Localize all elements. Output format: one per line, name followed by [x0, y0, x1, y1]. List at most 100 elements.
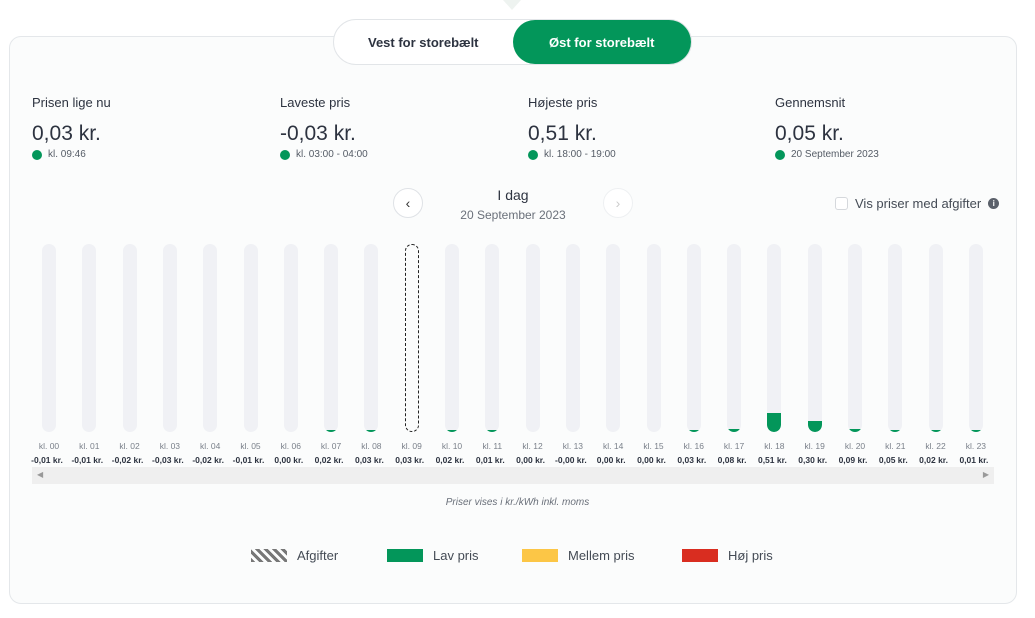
- info-icon[interactable]: i: [988, 198, 1000, 209]
- scroll-left-icon[interactable]: ◀: [37, 470, 43, 479]
- bar-track: [283, 244, 298, 432]
- bar-track: [445, 244, 459, 432]
- bar-track: [203, 244, 218, 432]
- fees-checkbox[interactable]: Vis priser med afgifter i: [835, 196, 1000, 211]
- hatch-swatch-icon: [251, 549, 287, 562]
- scroll-right-icon[interactable]: ▶: [983, 470, 989, 479]
- hour-label: kl. 19: [804, 441, 825, 451]
- region-toggle: Vest for storebælt Øst for storebælt: [333, 19, 692, 65]
- tab-west[interactable]: Vest for storebælt: [334, 20, 513, 64]
- toggle-pointer: [503, 0, 521, 10]
- price-label: -0,01 kr.: [71, 455, 104, 465]
- bar-track: [807, 244, 822, 432]
- price-label: -0,02 kr.: [111, 455, 144, 465]
- bar-fill: [727, 429, 742, 432]
- status-dot-icon: [280, 149, 290, 160]
- bar-track: [162, 244, 177, 432]
- hour-label: kl. 20: [844, 441, 866, 451]
- stat-value: -0,03 kr.: [280, 122, 356, 145]
- hour-label: kl. 04: [200, 441, 221, 451]
- price-label: 0,01 kr.: [959, 455, 989, 465]
- legend-medium: Mellem pris: [522, 548, 634, 563]
- stat-label: Højeste pris: [528, 95, 598, 110]
- prev-day-button[interactable]: ‹: [393, 188, 423, 218]
- hour-label: kl. 05: [240, 441, 261, 451]
- bar-track: [968, 244, 983, 432]
- bar-fill: [928, 430, 943, 432]
- stat-label: Gennemsnit: [775, 95, 846, 110]
- status-dot-icon: [775, 149, 785, 160]
- price-label: 0,03 kr.: [395, 455, 425, 465]
- bar-track: [243, 244, 258, 432]
- hour-label: kl. 01: [79, 441, 100, 451]
- stat-sub: kl. 18:00 - 19:00: [544, 149, 616, 160]
- price-note: Priser vises i kr./kWh inkl. moms: [445, 497, 590, 508]
- price-label: 0,51 kr.: [757, 455, 787, 465]
- hour-label: kl. 11: [482, 441, 503, 451]
- chevron-right-icon: ›: [615, 195, 621, 211]
- swatch-icon: [387, 549, 423, 562]
- hourly-price-chart: kl. 00 -0,01 kr. kl. 01 -0,01 kr. kl. 02 -0,0…: [29, 244, 995, 469]
- hour-label: kl. 10: [441, 441, 463, 451]
- bar-track: [686, 244, 701, 432]
- legend-label: Lav pris: [433, 548, 479, 563]
- bar-track: [42, 244, 56, 432]
- bar-track: [404, 244, 419, 432]
- price-label: 0,01 kr.: [475, 455, 505, 465]
- stat-average: Gennemsnit 0,05 kr. 20 September 2023: [775, 95, 879, 160]
- hour-label: kl. 00: [38, 441, 60, 451]
- hour-label: kl. 22: [925, 441, 946, 451]
- stat-sub: kl. 09:46: [48, 149, 86, 160]
- horizontal-scrollbar[interactable]: ◀ ▶: [32, 467, 994, 484]
- stat-current: Prisen lige nu 0,03 kr. kl. 09:46: [32, 95, 111, 160]
- bar-track: [565, 244, 580, 432]
- legend-low: Lav pris: [387, 548, 479, 563]
- bar-fill: [364, 430, 379, 432]
- price-label: 0,02 kr.: [314, 455, 344, 465]
- price-label: 0,00 kr.: [596, 455, 626, 465]
- bar-track: [767, 244, 782, 432]
- price-label: -0,02 kr.: [192, 455, 225, 465]
- price-label: 0,09 kr.: [838, 455, 868, 465]
- legend-label: Høj pris: [728, 548, 773, 563]
- hour-label: kl. 23: [965, 441, 987, 451]
- hour-label: kl. 12: [522, 441, 543, 451]
- hour-label: kl. 02: [119, 441, 140, 451]
- stat-value: 0,51 kr.: [528, 122, 597, 145]
- price-label: 0,30 kr.: [798, 455, 828, 465]
- checkbox[interactable]: [835, 197, 848, 210]
- price-label: 0,02 kr.: [919, 455, 949, 465]
- hour-label: kl. 09: [401, 441, 422, 451]
- legend-fees: Afgifter: [251, 548, 338, 563]
- hour-label: kl. 16: [683, 441, 704, 451]
- hour-label: kl. 03: [159, 441, 181, 451]
- hour-label: kl. 17: [723, 441, 745, 451]
- stat-highest: Højeste pris 0,51 kr. kl. 18:00 - 19:00: [528, 95, 616, 160]
- stat-value: 0,03 kr.: [32, 122, 101, 145]
- price-label: -0,03 kr.: [152, 455, 184, 465]
- status-dot-icon: [32, 149, 42, 160]
- next-day-button[interactable]: ›: [603, 188, 633, 218]
- price-label: 0,00 kr.: [516, 455, 546, 465]
- stat-value: 0,05 kr.: [775, 122, 844, 145]
- bar-track: [606, 244, 621, 432]
- price-label: 0,02 kr.: [435, 455, 465, 465]
- price-label: 0,03 kr.: [677, 455, 707, 465]
- bar-fill: [485, 430, 500, 432]
- chevron-left-icon: ‹: [405, 195, 411, 211]
- price-label: -0,01 kr.: [232, 455, 265, 465]
- legend-high: Høj pris: [682, 548, 773, 563]
- stat-sub: kl. 03:00 - 04:00: [296, 149, 368, 160]
- swatch-icon: [522, 549, 558, 562]
- hour-label: kl. 21: [885, 441, 906, 451]
- tab-east[interactable]: Øst for storebælt: [512, 20, 691, 64]
- bar-track: [485, 244, 500, 432]
- price-label: 0,00 kr.: [274, 455, 304, 465]
- hour-label: kl. 06: [280, 441, 301, 451]
- fees-checkbox-label: Vis priser med afgifter: [855, 196, 982, 211]
- stat-lowest: Laveste pris -0,03 kr. kl. 03:00 - 04:00: [280, 95, 368, 160]
- bar-track: [525, 244, 540, 432]
- bar-track: [888, 244, 903, 432]
- price-label: 0,03 kr.: [354, 455, 384, 465]
- bar-track: [122, 244, 137, 432]
